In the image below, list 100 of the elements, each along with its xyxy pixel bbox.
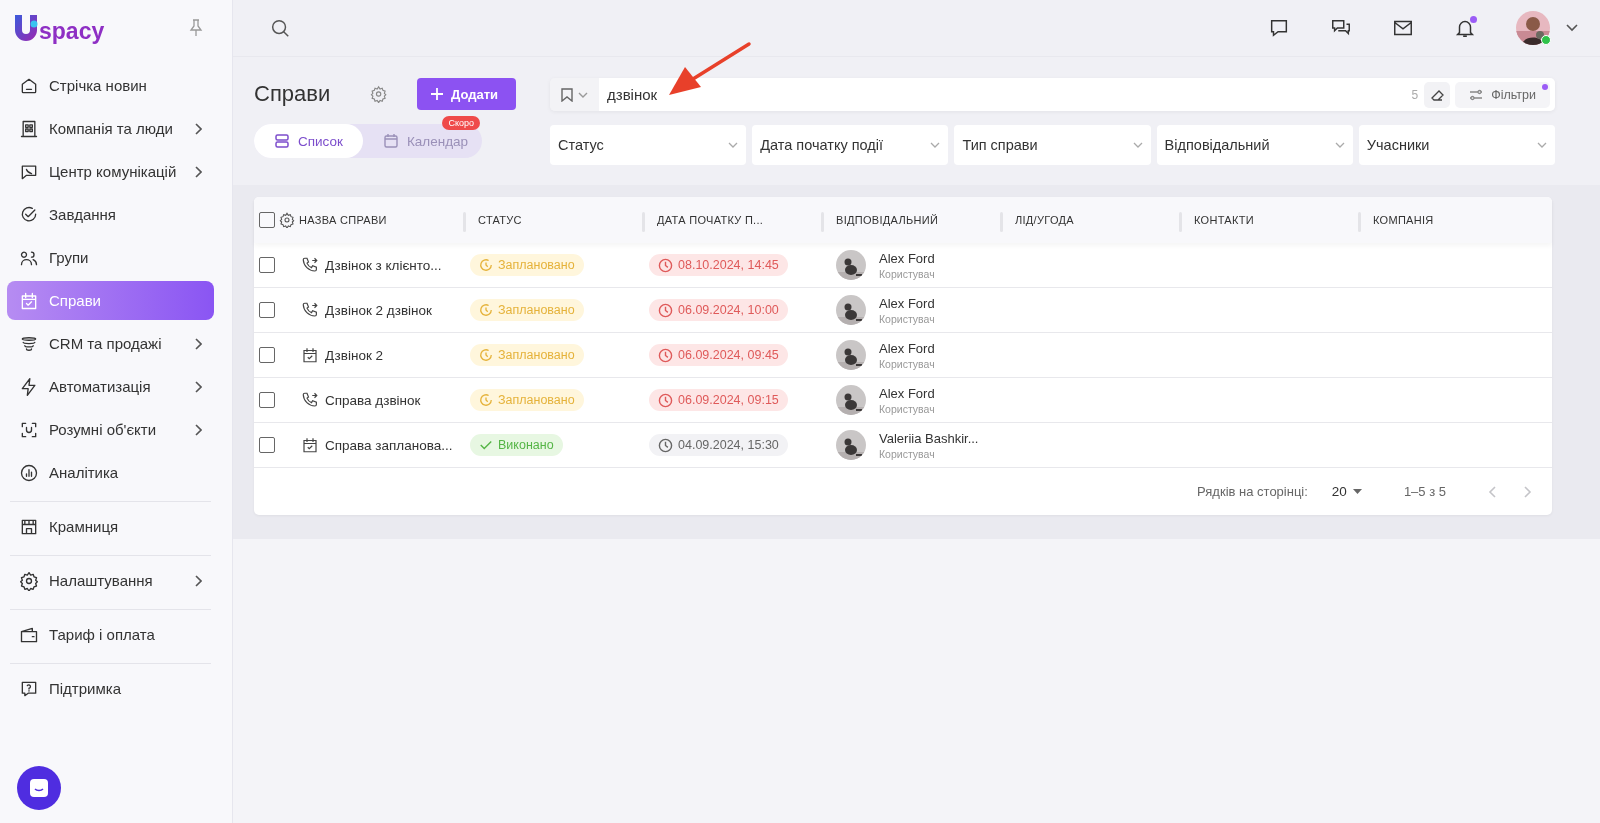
chat-icon	[29, 778, 49, 798]
chevron-down-icon	[1334, 142, 1345, 148]
result-count: 5	[1411, 87, 1419, 102]
column-header[interactable]: НАЗВА СПРАВИ	[299, 214, 387, 226]
list-icon	[274, 133, 290, 149]
column-header[interactable]: СТАТУС	[478, 214, 522, 226]
saved-filters-button[interactable]	[550, 78, 599, 111]
sidebar-item[interactable]: Підтримка	[7, 669, 214, 708]
search-field[interactable]: дзвінок	[599, 78, 1412, 111]
sidebar-item[interactable]: Крамниця	[7, 507, 214, 546]
sidebar-item[interactable]: Налаштування	[7, 561, 214, 600]
sidebar-item[interactable]: Аналітика	[7, 453, 214, 492]
plus-icon	[430, 88, 443, 100]
row-checkbox[interactable]	[259, 437, 276, 453]
filter-dropdown[interactable]: Тип справи	[954, 125, 1151, 165]
column-header[interactable]: ДАТА ПОЧАТКУ П...	[657, 214, 764, 226]
sidebar-item[interactable]: Тариф і оплата	[7, 615, 214, 654]
row-checkbox[interactable]	[259, 392, 276, 408]
chat-icon[interactable]	[1268, 17, 1290, 39]
logo-text: spacy	[39, 19, 105, 43]
rows-per-page-select[interactable]: 20	[1325, 483, 1368, 500]
sidebar-item[interactable]: Компанія та люди	[7, 109, 214, 148]
person-role: Користувач	[879, 402, 935, 415]
person-name: Alex Ford	[879, 295, 935, 311]
person-name: Alex Ford	[879, 340, 935, 356]
chevron-down-icon[interactable]	[1566, 24, 1578, 32]
chevron-right-icon	[194, 423, 202, 436]
soon-badge: Скоро	[442, 116, 480, 130]
chevron-down-icon	[930, 142, 941, 148]
column-header[interactable]: КОНТАКТИ	[1194, 214, 1254, 226]
sidebar-item[interactable]: Завдання	[7, 195, 214, 234]
deal-name[interactable]: Справа запланова...	[325, 437, 453, 453]
chevron-down-icon	[1537, 142, 1547, 148]
settings-icon[interactable]	[279, 212, 296, 228]
column-header[interactable]: ВІДПОВІДАЛЬНИЙ	[836, 214, 939, 226]
chat-launcher-button[interactable]	[17, 766, 61, 810]
status-badge: Заплановано	[470, 299, 584, 321]
search-icon[interactable]	[269, 17, 291, 39]
column-header[interactable]: КОМПАНІЯ	[1373, 214, 1434, 226]
view-tab[interactable]: Список	[254, 124, 363, 158]
clock-icon	[658, 347, 673, 363]
person-name: Alex Ford	[879, 385, 935, 401]
logo-mark-icon	[14, 13, 38, 43]
sidebar-item[interactable]: Центр комунікацій	[7, 152, 214, 191]
chevron-down-icon	[1132, 142, 1143, 148]
sidebar-item[interactable]: CRM та продажі	[7, 324, 214, 363]
chevron-down-icon	[728, 142, 739, 148]
person-role: Користувач	[879, 267, 935, 280]
filters-button[interactable]: Фільтри	[1455, 81, 1550, 108]
person-name: Valeriia Bashkir...	[879, 430, 979, 446]
menu-icon	[19, 570, 39, 591]
menu-icon	[19, 462, 39, 483]
row-checkbox[interactable]	[259, 257, 276, 273]
select-all-checkbox[interactable]	[258, 212, 275, 228]
clock-icon	[479, 258, 493, 272]
date-badge: 06.09.2024, 09:45	[649, 344, 788, 366]
sidebar-item[interactable]: Розумні об'єкти	[7, 410, 214, 449]
sidebar-item[interactable]: Групи	[7, 238, 214, 277]
bookmark-icon	[561, 87, 573, 102]
clock-icon	[658, 257, 673, 273]
sidebar-item[interactable]: Автоматизація	[7, 367, 214, 406]
check-icon	[479, 438, 493, 452]
clock-icon	[479, 348, 493, 362]
person-role: Користувач	[879, 357, 935, 370]
filter-dropdown[interactable]: Учасники	[1358, 125, 1555, 165]
menu-icon	[19, 118, 39, 139]
date-badge: 04.09.2024, 15:30	[649, 434, 788, 456]
date-badge: 06.09.2024, 09:15	[649, 389, 788, 411]
row-checkbox[interactable]	[259, 302, 276, 318]
clock-icon	[658, 302, 673, 318]
clock-icon	[479, 303, 493, 317]
deal-name[interactable]: Дзвінок з клієнто...	[325, 257, 442, 273]
sidebar-item[interactable]: Стрічка новин	[7, 66, 214, 105]
date-badge: 06.09.2024, 10:00	[649, 299, 788, 321]
person-role: Користувач	[879, 447, 936, 460]
deal-name[interactable]: Дзвінок 2	[325, 347, 384, 363]
add-button[interactable]: Додати	[416, 78, 516, 110]
chevron-right-icon	[194, 165, 202, 178]
deal-name[interactable]: Дзвінок 2 дзвінок	[325, 302, 432, 318]
person-role: Користувач	[879, 312, 935, 325]
filter-dropdown[interactable]: Дата початку події	[752, 125, 949, 165]
settings-icon[interactable]	[369, 85, 387, 103]
status-badge: Заплановано	[470, 389, 584, 411]
filter-dropdown[interactable]: Статус	[550, 125, 747, 165]
status-badge: Заплановано	[470, 344, 584, 366]
filter-dropdown[interactable]: Відповідальний	[1156, 125, 1353, 165]
column-header[interactable]: ЛІД/УГОДА	[1015, 214, 1074, 226]
calendar-icon	[382, 133, 399, 149]
deal-name[interactable]: Справа дзвінок	[325, 392, 421, 408]
status-badge: Заплановано	[470, 254, 584, 276]
row-checkbox[interactable]	[259, 347, 276, 363]
clock-icon	[479, 393, 493, 407]
eraser-icon[interactable]	[1424, 81, 1451, 108]
clock-icon	[658, 437, 673, 453]
page-title: Справи	[254, 81, 332, 107]
status-badge: Виконано	[470, 434, 563, 456]
person-name: Alex Ford	[879, 250, 935, 266]
date-badge: 08.10.2024, 14:45	[649, 254, 788, 276]
chevron-right-icon	[194, 337, 202, 350]
menu-icon	[19, 204, 39, 225]
